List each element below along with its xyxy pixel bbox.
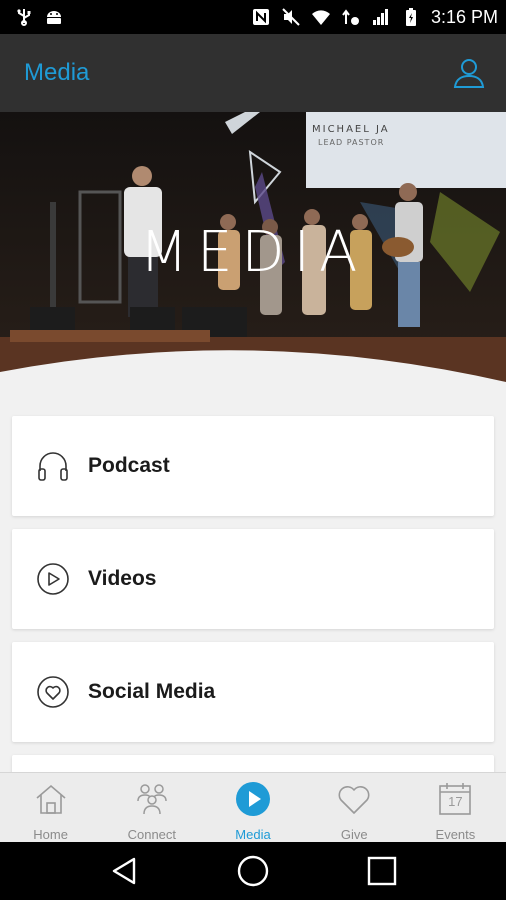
profile-icon[interactable]	[452, 56, 486, 90]
people-icon	[133, 781, 171, 817]
recents-icon[interactable]	[362, 851, 402, 891]
battery-icon	[405, 8, 416, 26]
status-right-icons: 3:16 PM	[251, 7, 498, 28]
status-time: 3:16 PM	[430, 6, 498, 27]
hero-curve	[0, 350, 506, 402]
tab-label: Home	[33, 827, 68, 842]
wifi-icon	[311, 10, 330, 25]
calendar-date-number: 17	[448, 794, 463, 809]
tab-connect[interactable]: Connect	[101, 773, 202, 842]
status-bar: 3:16 PM	[0, 0, 506, 34]
list-item-videos[interactable]: Videos	[12, 529, 494, 629]
tab-label: Connect	[127, 827, 177, 842]
tab-label: Events	[435, 827, 476, 842]
list-item-label: Podcast	[88, 454, 170, 477]
mute-icon	[282, 8, 300, 26]
tab-label: Give	[340, 827, 368, 842]
screen-role-text: LEAD PASTOR	[318, 138, 385, 147]
tab-give[interactable]: Give	[304, 773, 405, 842]
list-item-podcast[interactable]: Podcast	[12, 416, 494, 516]
calendar-icon: 17	[436, 781, 474, 817]
hero-title: MEDIA	[139, 220, 367, 285]
tab-home[interactable]: Home	[0, 773, 101, 842]
screen-name-text: MICHAEL JA	[312, 124, 390, 135]
system-nav-bar	[0, 842, 506, 900]
app-bar: Media	[0, 34, 506, 112]
signal-icon	[372, 9, 388, 25]
android-icon	[47, 11, 61, 24]
heart-circle-icon	[36, 675, 70, 709]
headphones-icon	[36, 449, 70, 483]
nfc-icon	[252, 9, 269, 25]
heart-icon	[335, 781, 373, 817]
usb-icon	[17, 9, 31, 26]
bottom-tab-bar: Home Connect Media Give 17 Events	[0, 772, 506, 842]
tab-media[interactable]: Media	[202, 773, 303, 842]
status-left-icons	[14, 7, 64, 27]
tab-events[interactable]: 17 Events	[405, 773, 506, 842]
play-circle-icon	[36, 562, 70, 596]
list-item-social-media[interactable]: Social Media	[12, 642, 494, 742]
tab-label: Media	[235, 827, 271, 842]
play-icon	[234, 781, 272, 817]
list-item-label: Social Media	[88, 680, 216, 703]
back-icon[interactable]	[104, 851, 144, 891]
data-icon	[342, 9, 359, 25]
list-item-label: Videos	[88, 567, 157, 590]
home-icon	[32, 781, 70, 817]
home-circle-icon[interactable]	[233, 851, 273, 891]
hero-banner: MICHAEL JA LEAD PASTOR MEDIA	[0, 112, 506, 402]
page-title: Media	[24, 59, 90, 86]
